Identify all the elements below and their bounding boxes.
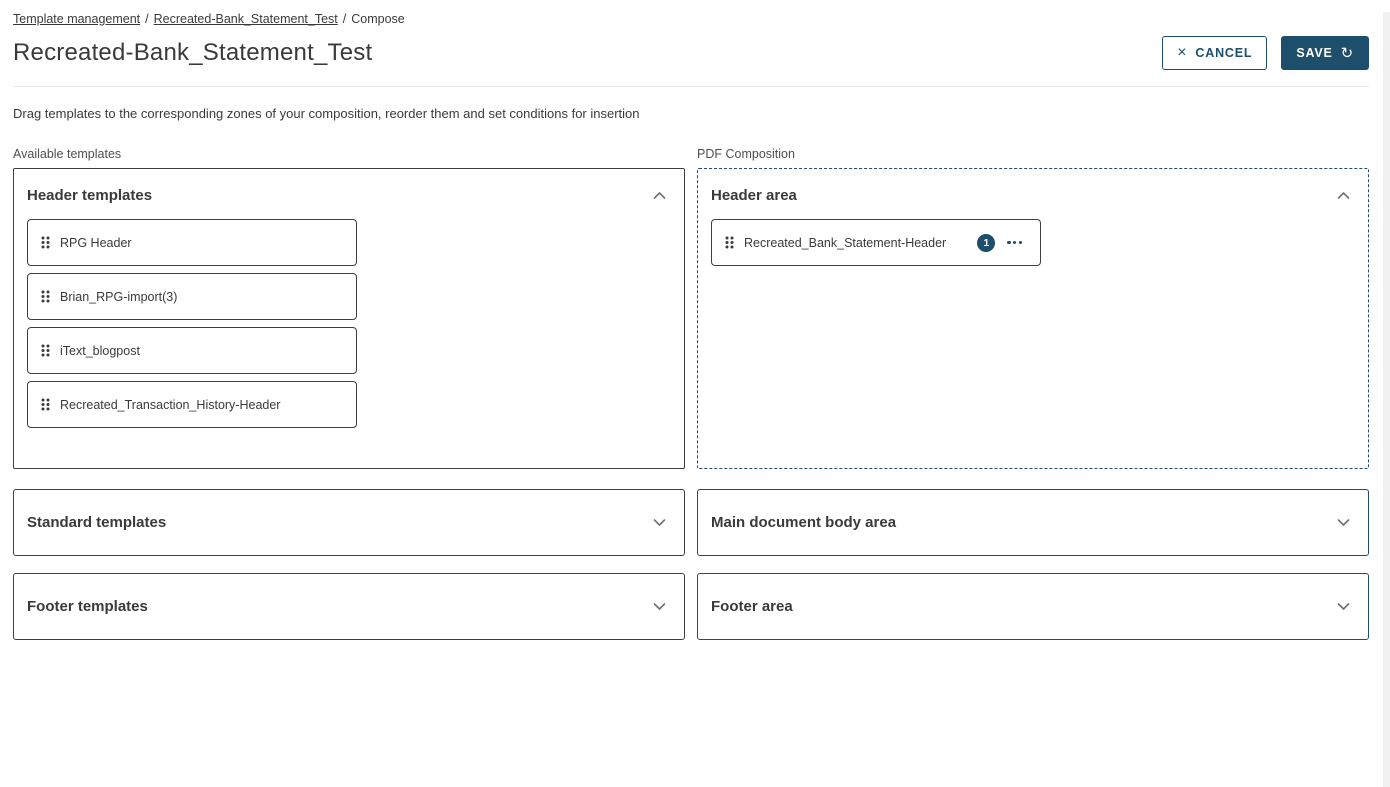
composition-item-label: Recreated_Bank_Statement-Header — [744, 236, 946, 250]
footer-templates-accordion[interactable]: Footer templates — [13, 573, 685, 640]
item-controls: 1 — [977, 234, 1024, 252]
header-templates-panel: Header templates RPG Header — [13, 168, 685, 469]
header-templates-list: RPG Header Brian_RPG-import(3) — [27, 219, 666, 428]
chevron-down-icon[interactable] — [653, 518, 666, 527]
template-item[interactable]: Recreated_Transaction_History-Header — [27, 381, 357, 428]
drag-handle-icon[interactable] — [41, 236, 50, 249]
header-area-accordion-header[interactable]: Header area — [711, 187, 1350, 204]
breadcrumb-link-template[interactable]: Recreated-Bank_Statement_Test — [154, 12, 338, 26]
breadcrumb-link-template-management[interactable]: Template management — [13, 12, 140, 26]
section-title: Footer area — [711, 598, 793, 615]
breadcrumb-separator: / — [343, 12, 346, 26]
chevron-down-icon[interactable] — [1337, 518, 1350, 527]
available-templates-column: Header templates RPG Header — [13, 168, 685, 640]
cancel-button-label: CANCEL — [1195, 46, 1252, 60]
close-icon: × — [1177, 45, 1187, 61]
template-item-label: Recreated_Transaction_History-Header — [60, 398, 280, 412]
action-buttons: × CANCEL SAVE ↻ — [1162, 36, 1369, 70]
breadcrumb: Template management / Recreated-Bank_State… — [13, 12, 1369, 26]
template-item-label: Brian_RPG-import(3) — [60, 290, 177, 304]
section-title: Main document body area — [711, 514, 896, 531]
template-item-label: RPG Header — [60, 236, 132, 250]
header-area-dropzone[interactable]: Header area Recreated_Bank_Statement-Hea… — [697, 168, 1369, 469]
standard-templates-accordion[interactable]: Standard templates — [13, 489, 685, 556]
section-title: Header templates — [27, 187, 152, 204]
save-button-label: SAVE — [1296, 46, 1332, 60]
circular-arrow-icon: ↻ — [1341, 46, 1354, 61]
section-title: Standard templates — [27, 514, 166, 531]
template-item-label: iText_blogpost — [60, 344, 140, 358]
kebab-menu-icon[interactable] — [1005, 239, 1024, 246]
chevron-up-icon[interactable] — [1337, 191, 1350, 200]
available-templates-label: Available templates — [13, 147, 685, 161]
template-item[interactable]: Brian_RPG-import(3) — [27, 273, 357, 320]
header-area-list: Recreated_Bank_Statement-Header 1 — [711, 219, 1350, 266]
drag-handle-icon[interactable] — [41, 290, 50, 303]
breadcrumb-current: Compose — [351, 12, 405, 26]
section-title: Footer templates — [27, 598, 148, 615]
chevron-down-icon[interactable] — [1337, 602, 1350, 611]
drag-handle-icon[interactable] — [41, 398, 50, 411]
drag-handle-icon[interactable] — [41, 344, 50, 357]
save-button[interactable]: SAVE ↻ — [1281, 36, 1369, 70]
chevron-up-icon[interactable] — [653, 191, 666, 200]
breadcrumb-separator: / — [145, 12, 148, 26]
composition-item[interactable]: Recreated_Bank_Statement-Header 1 — [711, 219, 1041, 266]
drag-handle-icon[interactable] — [725, 236, 734, 249]
instruction-text: Drag templates to the corresponding zone… — [13, 106, 1369, 121]
template-item[interactable]: RPG Header — [27, 219, 357, 266]
footer-area-accordion[interactable]: Footer area — [697, 573, 1369, 640]
pdf-composition-column: Header area Recreated_Bank_Statement-Hea… — [697, 168, 1369, 640]
template-item[interactable]: iText_blogpost — [27, 327, 357, 374]
condition-count-badge: 1 — [977, 234, 995, 252]
page-title: Recreated-Bank_Statement_Test — [13, 39, 372, 67]
pdf-composition-label: PDF Composition — [697, 147, 1369, 161]
header-templates-accordion-header[interactable]: Header templates — [27, 187, 666, 204]
vertical-scrollbar[interactable] — [1383, 12, 1390, 787]
chevron-down-icon[interactable] — [653, 602, 666, 611]
section-title: Header area — [711, 187, 797, 204]
header-divider — [13, 86, 1369, 87]
main-document-body-area-accordion[interactable]: Main document body area — [697, 489, 1369, 556]
cancel-button[interactable]: × CANCEL — [1162, 36, 1267, 70]
